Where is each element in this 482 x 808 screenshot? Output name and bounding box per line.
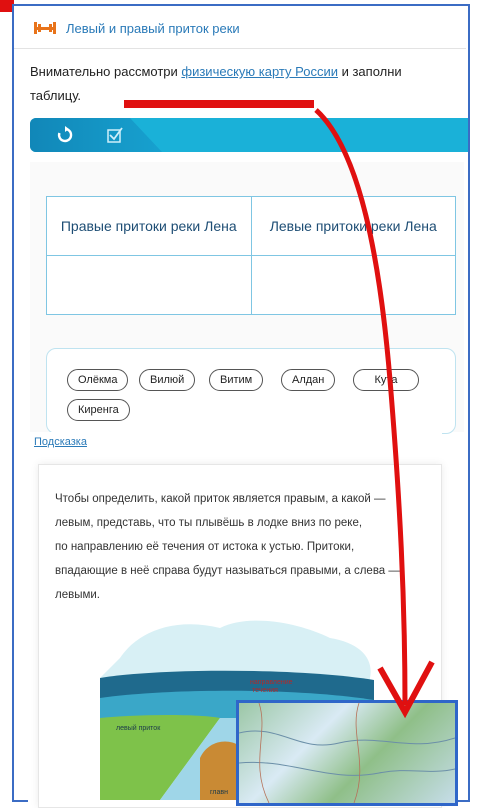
option-chip[interactable]: Киренга xyxy=(67,399,130,421)
right-tributaries-dropzone[interactable] xyxy=(46,255,252,315)
right-tributaries-header: Правые притоки реки Лена xyxy=(46,196,252,256)
answer-options-box: Олёкма Вилюй Витим Алдан Кута Киренга xyxy=(46,348,456,434)
hint-link[interactable]: Подсказка xyxy=(34,436,87,448)
toolbar-actions xyxy=(30,118,162,152)
exercise-title-row: Левый и правый приток реки xyxy=(34,18,240,38)
refresh-icon[interactable] xyxy=(56,126,74,144)
map-texture xyxy=(238,702,456,804)
physical-map-link[interactable]: физическую карту России xyxy=(181,64,338,79)
hint-line: Чтобы определить, какой приток является … xyxy=(55,493,386,505)
option-chip[interactable]: Кута xyxy=(353,369,419,391)
hint-line: левыми. xyxy=(55,589,101,601)
illustration-left-tributary-label: левый приток xyxy=(116,724,161,732)
title-divider xyxy=(14,48,466,49)
russia-map-thumbnail[interactable] xyxy=(236,700,458,806)
hint-line: левым, представь, что ты плывёшь в лодке… xyxy=(55,517,363,529)
answer-table: Правые притоки реки Лена Левые притоки р… xyxy=(46,196,456,315)
illustration-direction-label-1: направление xyxy=(250,679,293,686)
option-chip[interactable]: Алдан xyxy=(281,369,336,391)
exercise-title: Левый и правый приток реки xyxy=(66,20,240,36)
illustration-main-label: главн xyxy=(210,789,228,796)
option-chip[interactable]: Олёкма xyxy=(67,369,129,391)
hint-line: впадающие в неё справа будут называться … xyxy=(55,565,400,577)
left-tributaries-header: Левые притоки реки Лена xyxy=(250,196,456,256)
option-chip[interactable]: Витим xyxy=(209,369,264,391)
instruction-text: Внимательно рассмотри физическую карту Р… xyxy=(30,60,450,108)
illustration-direction-label-2: течения xyxy=(252,687,278,694)
option-chip[interactable]: Вилюй xyxy=(139,369,196,391)
left-tributaries-dropzone[interactable] xyxy=(250,255,456,315)
check-icon[interactable] xyxy=(106,126,124,144)
dumbbell-icon xyxy=(34,21,56,35)
hint-line: по направлению её течения от истока к ус… xyxy=(55,541,355,553)
instruction-before: Внимательно рассмотри xyxy=(30,64,182,79)
exercise-toolbar xyxy=(30,118,468,152)
